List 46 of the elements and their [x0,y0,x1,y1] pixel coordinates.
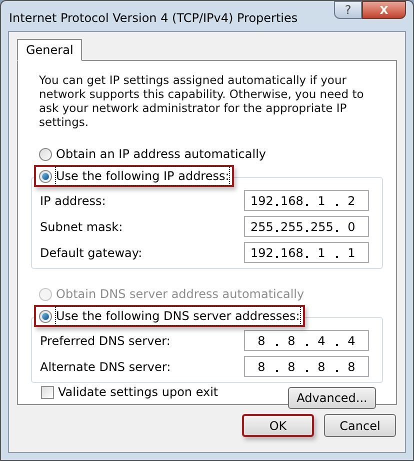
octet-text: 168 [280,244,302,262]
octet-text: 8 [316,358,326,376]
radio-button[interactable] [39,148,52,160]
octet-text: 255 [250,218,272,236]
advanced-button[interactable]: Advanced... [288,387,376,409]
radio-button[interactable] [39,170,52,182]
field-label: Default gateway: [40,244,142,262]
ip-input-field[interactable]: 8 8 8 8 [244,356,369,377]
dialog-button[interactable]: OK [242,414,314,437]
octet-text: 8 [256,332,266,350]
radio-button[interactable] [39,310,52,322]
octet-text: 1 [316,244,326,262]
octet-text: 8 [346,358,356,376]
window-title: Internet Protocol Version 4 (TCP/IPv4) Properties [8,10,298,27]
octet-text: 8 [256,358,266,376]
intro-text: You can get IP settings assigned automatically if your network supports this capability. Otherwise, you need to ask your network administrator for the appropriate IP settings. [39,73,365,129]
radio-label: Use the following DNS server addresses: [56,307,300,325]
ip-input-field[interactable]: 192 168 1 1 [244,242,369,263]
octet-text: 168 [280,192,302,210]
octet-text: 8 [286,358,296,376]
radio-label: Obtain an IP address automatically [56,146,266,163]
octet-text: 2 [346,192,356,210]
tab[interactable]: General [17,39,82,61]
octet-text: 4 [316,332,326,350]
ip-input-field[interactable]: 192 168 1 2 [244,190,369,211]
octet-text: 1 [346,244,356,262]
help-button[interactable]: ? [334,1,362,19]
octet-text: 255 [280,218,302,236]
octet-text: 192 [250,192,272,210]
ip-input-field[interactable]: 255 255 255 0 [244,216,369,237]
dialog-button[interactable]: Cancel [324,414,396,437]
radio-label: Obtain DNS server address automatically [56,286,304,303]
ip-input-field[interactable]: 8 8 4 4 [244,330,369,351]
field-label: IP address: [40,192,106,210]
field-label: Preferred DNS server: [40,332,170,350]
octet-text: 0 [346,218,356,236]
octet-text: 255 [310,218,332,236]
field-label: Alternate DNS server: [40,358,171,376]
checkbox[interactable] [41,386,54,398]
octet-text: 8 [286,332,296,350]
octet-text: 192 [250,244,272,262]
field-label: Subnet mask: [40,218,123,236]
octet-text: 1 [316,192,326,210]
checkbox-label: Validate settings upon exit [58,384,218,401]
octet-text: 4 [346,332,356,350]
radio-label: Use the following IP address: [56,167,230,185]
